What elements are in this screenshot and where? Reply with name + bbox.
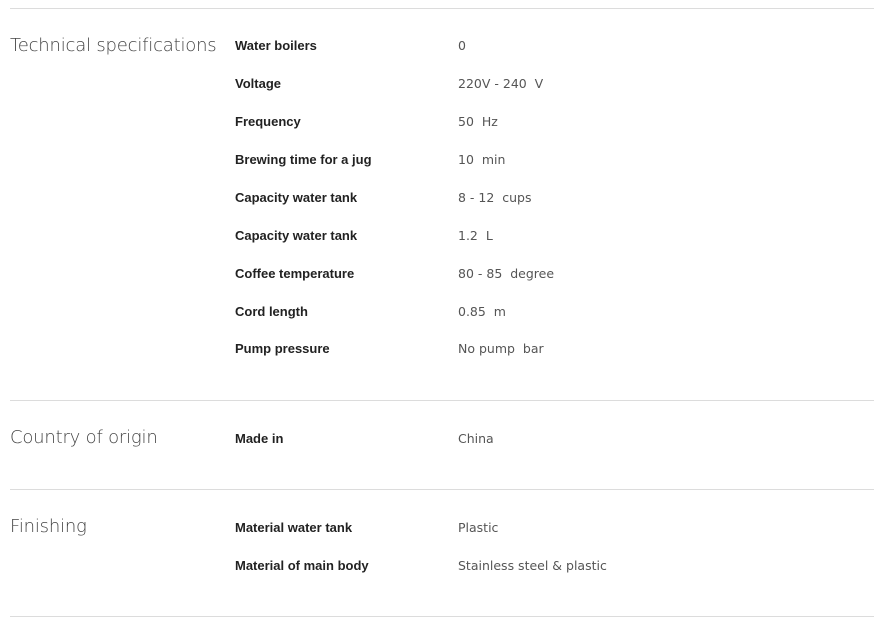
spec-value: 10 min	[458, 152, 506, 167]
spec-value: China	[458, 431, 494, 446]
spec-label: Voltage	[235, 76, 281, 91]
spec-label: Cord length	[235, 304, 308, 319]
spec-value: Stainless steel & plastic	[458, 558, 607, 573]
spec-row-capacity-cups: Capacity water tank 8 - 12 cups	[0, 188, 885, 208]
spec-label: Capacity water tank	[235, 190, 358, 205]
spec-label: Water boilers	[235, 38, 317, 53]
spec-label: Frequency	[235, 114, 301, 129]
spec-row-water-boilers: Water boilers 0	[0, 36, 885, 56]
spec-value: 0	[458, 38, 466, 53]
section-divider	[10, 616, 874, 617]
spec-row-capacity-litres: Capacity water tank 1.2 L	[0, 226, 885, 246]
spec-value: 0.85 m	[458, 304, 506, 319]
spec-value: 220V - 240 V	[458, 76, 544, 91]
spec-label: Material of main body	[235, 558, 369, 573]
spec-row-pump-pressure: Pump pressure No pump bar	[0, 339, 885, 359]
spec-label: Material water tank	[235, 520, 353, 535]
spec-value: Plastic	[458, 520, 499, 535]
spec-row-material-water-tank: Material water tank Plastic	[0, 518, 885, 538]
spec-label: Brewing time for a jug	[235, 152, 372, 167]
spec-row-brewing-time: Brewing time for a jug 10 min	[0, 150, 885, 170]
spec-row-made-in: Made in China	[0, 429, 885, 449]
spec-label: Coffee temperature	[235, 266, 355, 281]
specifications-page: Technical specifications Water boilers 0…	[0, 0, 885, 626]
spec-value: 1.2 L	[458, 228, 493, 243]
spec-value: No pump bar	[458, 341, 544, 356]
spec-value: 50 Hz	[458, 114, 498, 129]
spec-label: Capacity water tank	[235, 228, 358, 243]
spec-row-voltage: Voltage 220V - 240 V	[0, 74, 885, 94]
spec-row-frequency: Frequency 50 Hz	[0, 112, 885, 132]
section-divider	[10, 400, 874, 401]
spec-value: 8 - 12 cups	[458, 190, 532, 205]
spec-row-cord-length: Cord length 0.85 m	[0, 302, 885, 322]
section-divider	[10, 489, 874, 490]
spec-row-material-main-body: Material of main body Stainless steel & …	[0, 556, 885, 576]
spec-value: 80 - 85 degree	[458, 266, 555, 281]
spec-row-coffee-temperature: Coffee temperature 80 - 85 degree	[0, 264, 885, 284]
spec-label: Pump pressure	[235, 341, 330, 356]
section-divider	[10, 8, 874, 9]
spec-label: Made in	[235, 431, 284, 446]
